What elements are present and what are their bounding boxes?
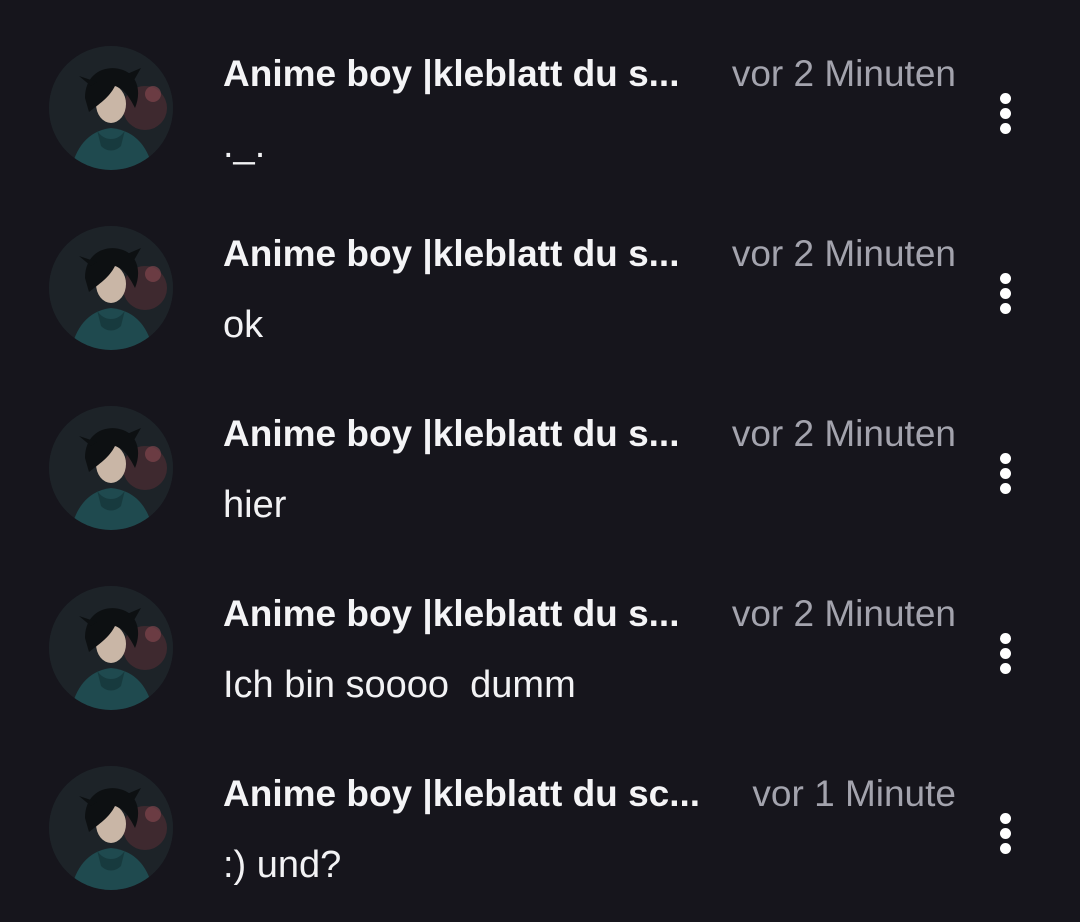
comment-item: Anime boy |kleblatt du s... vor 2 Minute…: [0, 180, 1080, 360]
more-options-button[interactable]: [984, 808, 1028, 858]
comment-text: ._.: [223, 124, 266, 166]
comment-text: Ich bin soooo dumm: [223, 664, 576, 706]
anime-boy-avatar-icon: [49, 226, 173, 350]
comment-item: Anime boy |kleblatt du sc... vor 1 Minut…: [0, 720, 1080, 900]
comment-author[interactable]: Anime boy |kleblatt du s...: [223, 412, 679, 456]
anime-boy-avatar-icon: [49, 586, 173, 710]
comment-text: hier: [223, 484, 287, 526]
comment-text: :) und?: [223, 844, 342, 886]
comment-timestamp: vor 1 Minute: [752, 773, 956, 814]
comment-author[interactable]: Anime boy |kleblatt du s...: [223, 52, 679, 96]
avatar[interactable]: [49, 406, 173, 530]
comment-author[interactable]: Anime boy |kleblatt du s...: [223, 232, 679, 276]
more-vertical-icon: [1000, 93, 1011, 104]
comment-author[interactable]: Anime boy |kleblatt du sc...: [223, 772, 700, 816]
more-vertical-icon: [1000, 813, 1011, 824]
avatar[interactable]: [49, 766, 173, 890]
more-vertical-icon: [1000, 453, 1011, 464]
more-vertical-icon: [1000, 273, 1011, 284]
anime-boy-avatar-icon: [49, 46, 173, 170]
more-options-button[interactable]: [984, 448, 1028, 498]
comment-text: ok: [223, 304, 264, 346]
comment-list: Anime boy |kleblatt du s... vor 2 Minute…: [0, 0, 1080, 922]
comment-timestamp: vor 2 Minuten: [731, 233, 956, 274]
avatar[interactable]: [49, 226, 173, 350]
more-options-button[interactable]: [984, 88, 1028, 138]
more-options-button[interactable]: [984, 268, 1028, 318]
comment-item: Anime boy |kleblatt du s... vor 2 Minute…: [0, 0, 1080, 180]
comment-timestamp: vor 2 Minuten: [731, 53, 956, 94]
more-options-button[interactable]: [984, 628, 1028, 678]
anime-boy-avatar-icon: [49, 406, 173, 530]
comment-timestamp: vor 2 Minuten: [731, 413, 956, 454]
more-vertical-icon: [1000, 633, 1011, 644]
avatar[interactable]: [49, 46, 173, 170]
comment-timestamp: vor 2 Minuten: [731, 593, 956, 634]
comment-item: Anime boy |kleblatt du s... vor 2 Minute…: [0, 360, 1080, 540]
avatar[interactable]: [49, 586, 173, 710]
comment-author[interactable]: Anime boy |kleblatt du s...: [223, 592, 679, 636]
comment-item: Anime boy |kleblatt du s... vor 2 Minute…: [0, 540, 1080, 720]
anime-boy-avatar-icon: [49, 766, 173, 890]
